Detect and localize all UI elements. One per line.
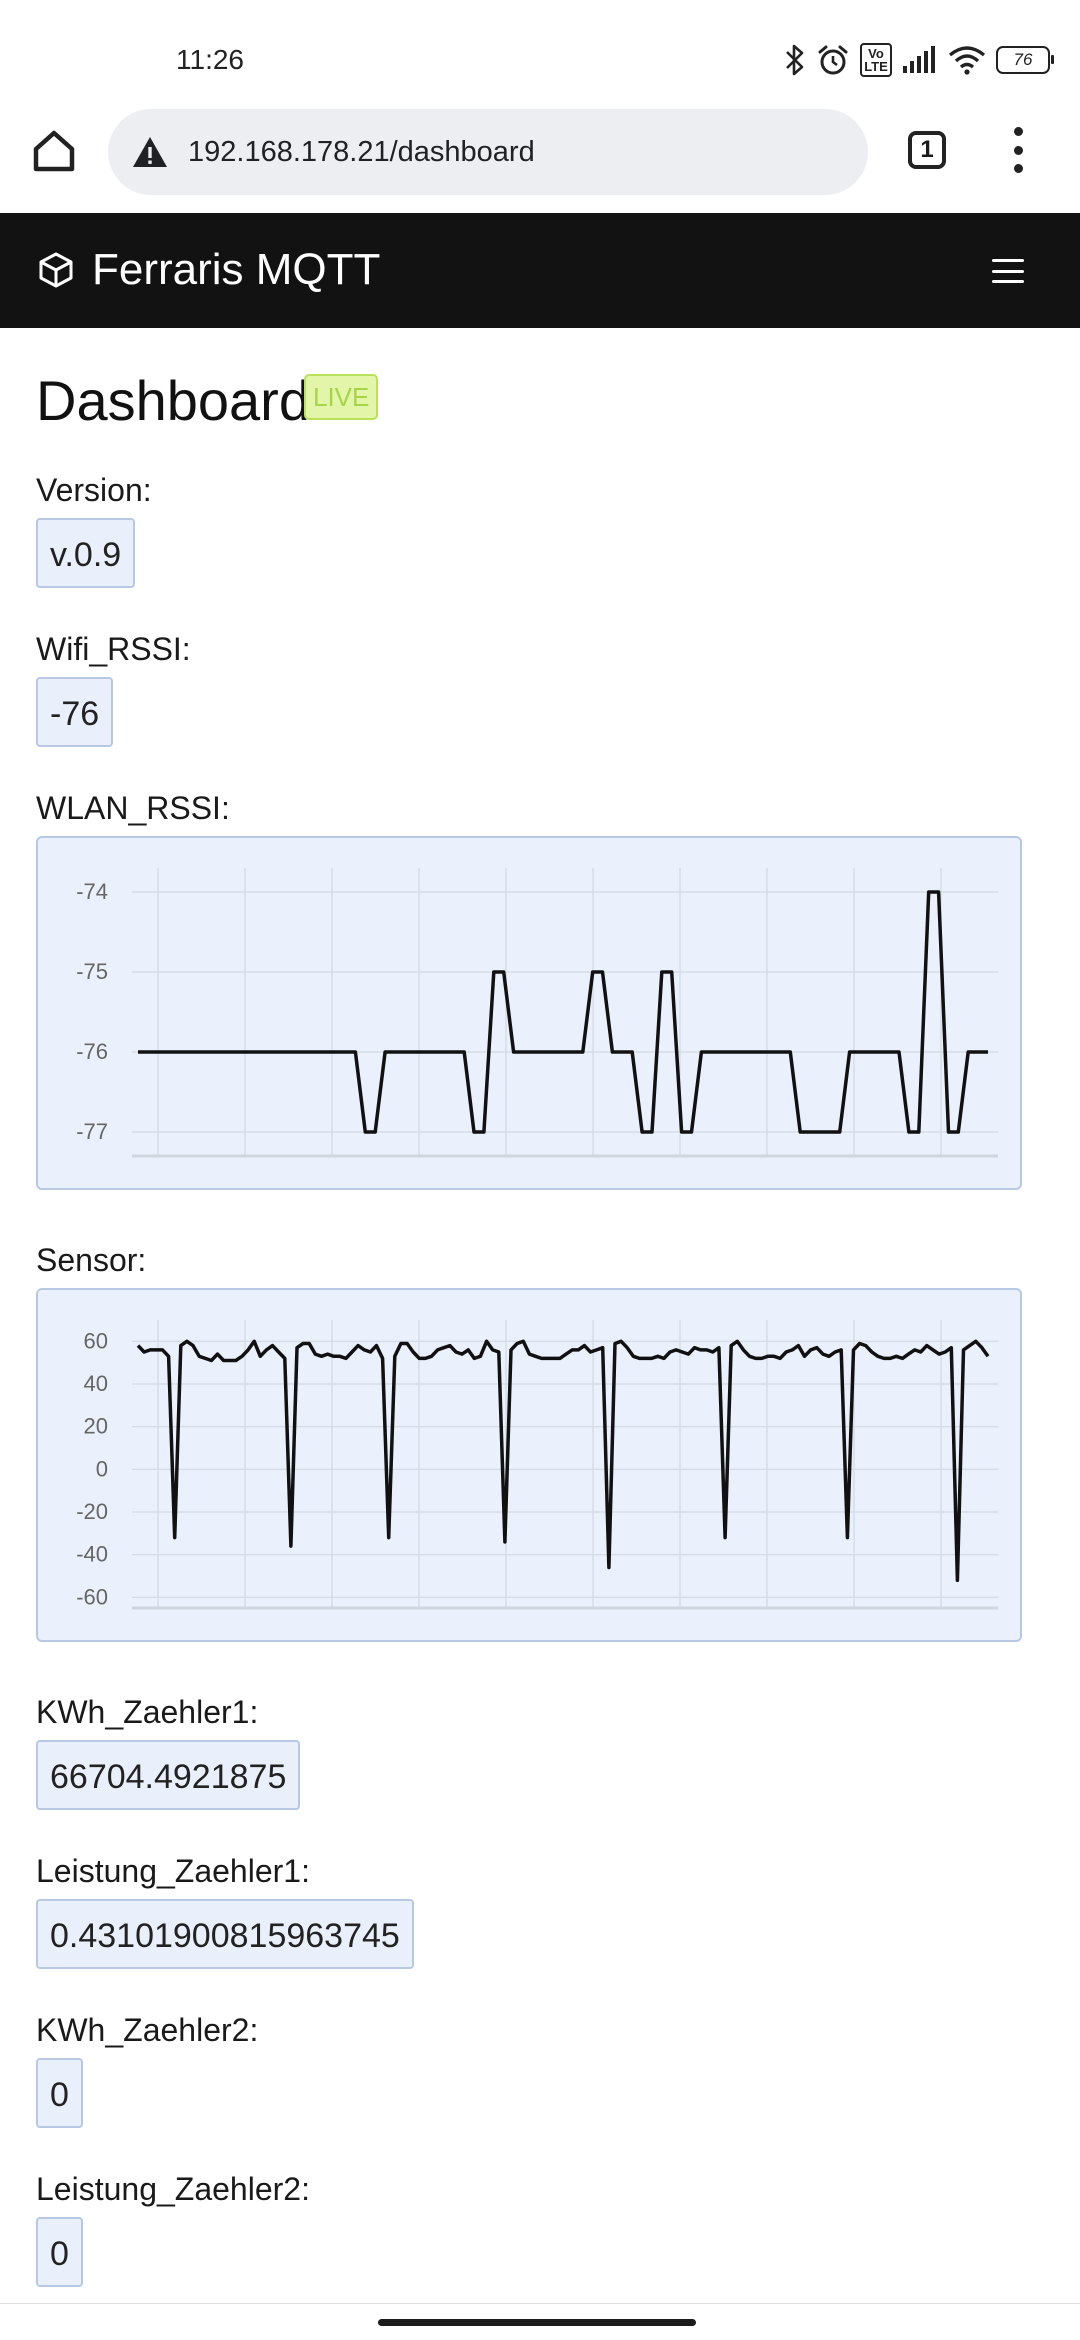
bluetooth-icon <box>784 43 806 77</box>
kwh-zaehler2-value: 0 <box>36 2058 83 2128</box>
sensor-chart: 60 40 20 0 -20 -40 -60 <box>36 1288 1022 1642</box>
gesture-home-indicator <box>378 2319 696 2326</box>
brand-name[interactable]: Ferraris MQTT <box>92 245 380 295</box>
hamburger-line-icon <box>992 269 1024 273</box>
wlan-rssi-label: WLAN_RSSI: <box>36 790 230 826</box>
y-tick-label: 0 <box>96 1456 108 1481</box>
series-line <box>138 890 988 1134</box>
alarm-icon <box>816 43 850 77</box>
sensor-label: Sensor: <box>36 1242 147 1278</box>
home-icon <box>33 130 75 172</box>
address-bar[interactable]: 192.168.178.21/dashboard <box>108 109 868 195</box>
wlan-rssi-chart: -74 -75 -76 -77 <box>36 836 1022 1190</box>
leistung-zaehler2-value: 0 <box>36 2217 83 2287</box>
browser-toolbar: 192.168.178.21/dashboard 1 <box>0 105 1080 197</box>
y-tick-label: 40 <box>84 1371 108 1396</box>
y-tick-label: -76 <box>76 1039 108 1064</box>
kwh-zaehler1-label: KWh_Zaehler1: <box>36 1694 259 1730</box>
menu-dot-icon <box>1013 164 1023 173</box>
y-tick-label: -74 <box>76 879 108 904</box>
hamburger-line-icon <box>992 280 1024 283</box>
battery-icon: 76 <box>996 46 1054 74</box>
version-label: Version: <box>36 472 152 508</box>
box-icon <box>39 252 73 288</box>
series-line <box>136 1339 990 1583</box>
leistung-zaehler1-value: 0.43101900815963745 <box>36 1899 414 1969</box>
live-badge: LIVE <box>304 374 379 420</box>
y-tick-label: -40 <box>76 1542 108 1567</box>
browser-menu-button[interactable] <box>1000 127 1036 173</box>
kwh-zaehler1-value: 66704.4921875 <box>36 1740 301 1810</box>
version-value: v.0.9 <box>36 518 136 588</box>
brand-link[interactable]: Ferraris MQTT <box>36 245 380 295</box>
home-button[interactable] <box>28 125 80 177</box>
wlan-rssi-chart-svg: -74 -75 -76 -77 <box>76 868 998 1158</box>
bottom-divider <box>0 2303 1080 2304</box>
y-tick-label: 60 <box>84 1328 108 1353</box>
leistung-zaehler2-label: Leistung_Zaehler2: <box>36 2171 310 2207</box>
not-secure-warning-icon[interactable] <box>130 132 170 172</box>
wifi-rssi-label: Wifi_RSSI: <box>36 631 191 667</box>
tab-switcher-button[interactable]: 1 <box>908 131 946 169</box>
y-tick-label: -77 <box>76 1119 108 1144</box>
status-bar: 11:26 Vo LTE 76 <box>0 0 1080 100</box>
volte-icon: Vo LTE <box>860 43 892 77</box>
menu-dot-icon <box>1013 127 1023 136</box>
y-tick-label: -20 <box>76 1499 108 1524</box>
sensor-chart-svg: 60 40 20 0 -20 -40 -60 <box>76 1320 998 1610</box>
leistung-zaehler1-label: Leistung_Zaehler1: <box>36 1853 310 1889</box>
app-navbar: Ferraris MQTT <box>0 213 1080 328</box>
navbar-toggle-button[interactable] <box>992 259 1024 283</box>
status-icons: Vo LTE 76 <box>784 40 1054 80</box>
y-tick-label: -60 <box>76 1584 108 1609</box>
kwh-zaehler2-label: KWh_Zaehler2: <box>36 2012 259 2048</box>
wifi-icon <box>948 45 986 75</box>
y-tick-label: -75 <box>76 959 108 984</box>
page-title: Dashboard <box>36 369 310 432</box>
signal-icon <box>902 46 938 74</box>
url-text[interactable]: 192.168.178.21/dashboard <box>188 136 535 169</box>
status-time: 11:26 <box>176 44 244 75</box>
y-tick-label: 20 <box>84 1414 108 1439</box>
wifi-rssi-value: -76 <box>36 677 114 747</box>
hamburger-line-icon <box>992 259 1024 262</box>
menu-dot-icon <box>1013 145 1023 155</box>
